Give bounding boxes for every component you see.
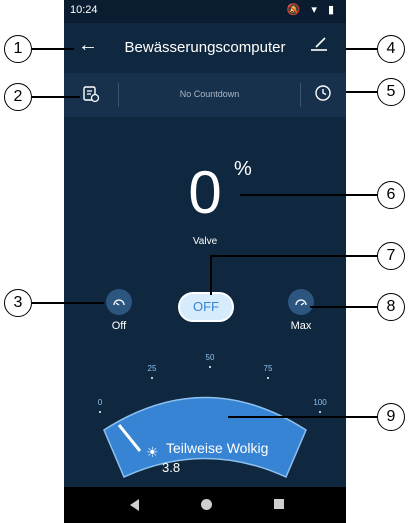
gauge-tick-label: 25 bbox=[148, 364, 157, 373]
callout-line bbox=[228, 416, 377, 418]
callout-line bbox=[212, 255, 377, 257]
weather-text: Teilweise Wolkig bbox=[166, 440, 269, 456]
valve-percent-value: 0 bbox=[188, 159, 222, 226]
gauge-max-icon bbox=[295, 299, 307, 306]
callout-badge: 6 bbox=[377, 181, 405, 209]
gauge-tick-mark bbox=[319, 411, 321, 413]
valve-toggle-button[interactable]: OFF bbox=[178, 292, 234, 322]
callout-line bbox=[346, 48, 377, 50]
clock-icon[interactable] bbox=[314, 84, 332, 107]
app-header: ← Bewässerungscomputer bbox=[64, 23, 346, 73]
callout-line bbox=[240, 194, 377, 196]
android-nav-bar bbox=[64, 487, 346, 523]
gauge-tick-mark bbox=[209, 366, 211, 368]
gauge-tick-mark bbox=[151, 377, 153, 379]
off-button[interactable] bbox=[106, 289, 132, 315]
callout-badge: 3 bbox=[4, 289, 32, 317]
callout-line bbox=[32, 96, 80, 98]
off-label: Off bbox=[111, 320, 127, 332]
weather-value: 3.8 bbox=[162, 460, 181, 475]
toolbar-divider bbox=[300, 83, 301, 107]
callout-badge: 7 bbox=[377, 242, 405, 270]
page-title: Bewässerungscomputer bbox=[124, 39, 286, 56]
callout-badge: 5 bbox=[377, 78, 405, 106]
gauge-tick-label: 50 bbox=[206, 353, 215, 362]
callout-line bbox=[210, 255, 212, 295]
phone-screen: 10:24 🔕 ▾ ▮ ← Bewässerungscomputer No Co… bbox=[64, 0, 346, 523]
timer-toolbar: No Countdown bbox=[64, 73, 346, 117]
callout-line bbox=[32, 48, 74, 50]
callout-badge: 8 bbox=[377, 293, 405, 321]
valve-gauge[interactable]: 0 25 50 75 100 bbox=[64, 345, 346, 485]
gauge-tick-label: 100 bbox=[313, 398, 327, 407]
max-button[interactable] bbox=[288, 289, 314, 315]
edit-pencil-icon[interactable] bbox=[310, 36, 328, 56]
callout-line bbox=[346, 91, 377, 93]
countdown-status[interactable]: No Countdown bbox=[119, 89, 300, 99]
callout-badge: 9 bbox=[377, 403, 405, 431]
gauge-tick-mark bbox=[267, 377, 269, 379]
partly-cloudy-icon: ☀ bbox=[146, 444, 159, 460]
callout-badge: 1 bbox=[4, 35, 32, 63]
status-bar: 10:24 🔕 ▾ ▮ bbox=[64, 0, 346, 23]
gauge-tick-label: 0 bbox=[98, 398, 103, 407]
gauge-tick-label: 75 bbox=[264, 364, 273, 373]
gauge-tick-mark bbox=[99, 411, 101, 413]
percent-sign: % bbox=[234, 158, 252, 180]
valve-label: Valve bbox=[192, 236, 218, 247]
max-label: Max bbox=[290, 320, 312, 332]
callout-line bbox=[32, 302, 104, 304]
nav-back-icon[interactable] bbox=[130, 498, 140, 516]
gauge-min-icon bbox=[113, 299, 125, 306]
schedule-list-icon[interactable] bbox=[82, 85, 100, 108]
callout-badge: 2 bbox=[4, 83, 32, 111]
status-time: 10:24 bbox=[70, 4, 98, 16]
callout-line bbox=[310, 306, 377, 308]
gauge-arc bbox=[103, 396, 307, 479]
status-icons: 🔕 ▾ ▮ bbox=[286, 4, 338, 16]
callout-badge: 4 bbox=[377, 35, 405, 63]
nav-recents-icon[interactable] bbox=[274, 499, 284, 509]
nav-home-icon[interactable] bbox=[201, 499, 212, 510]
